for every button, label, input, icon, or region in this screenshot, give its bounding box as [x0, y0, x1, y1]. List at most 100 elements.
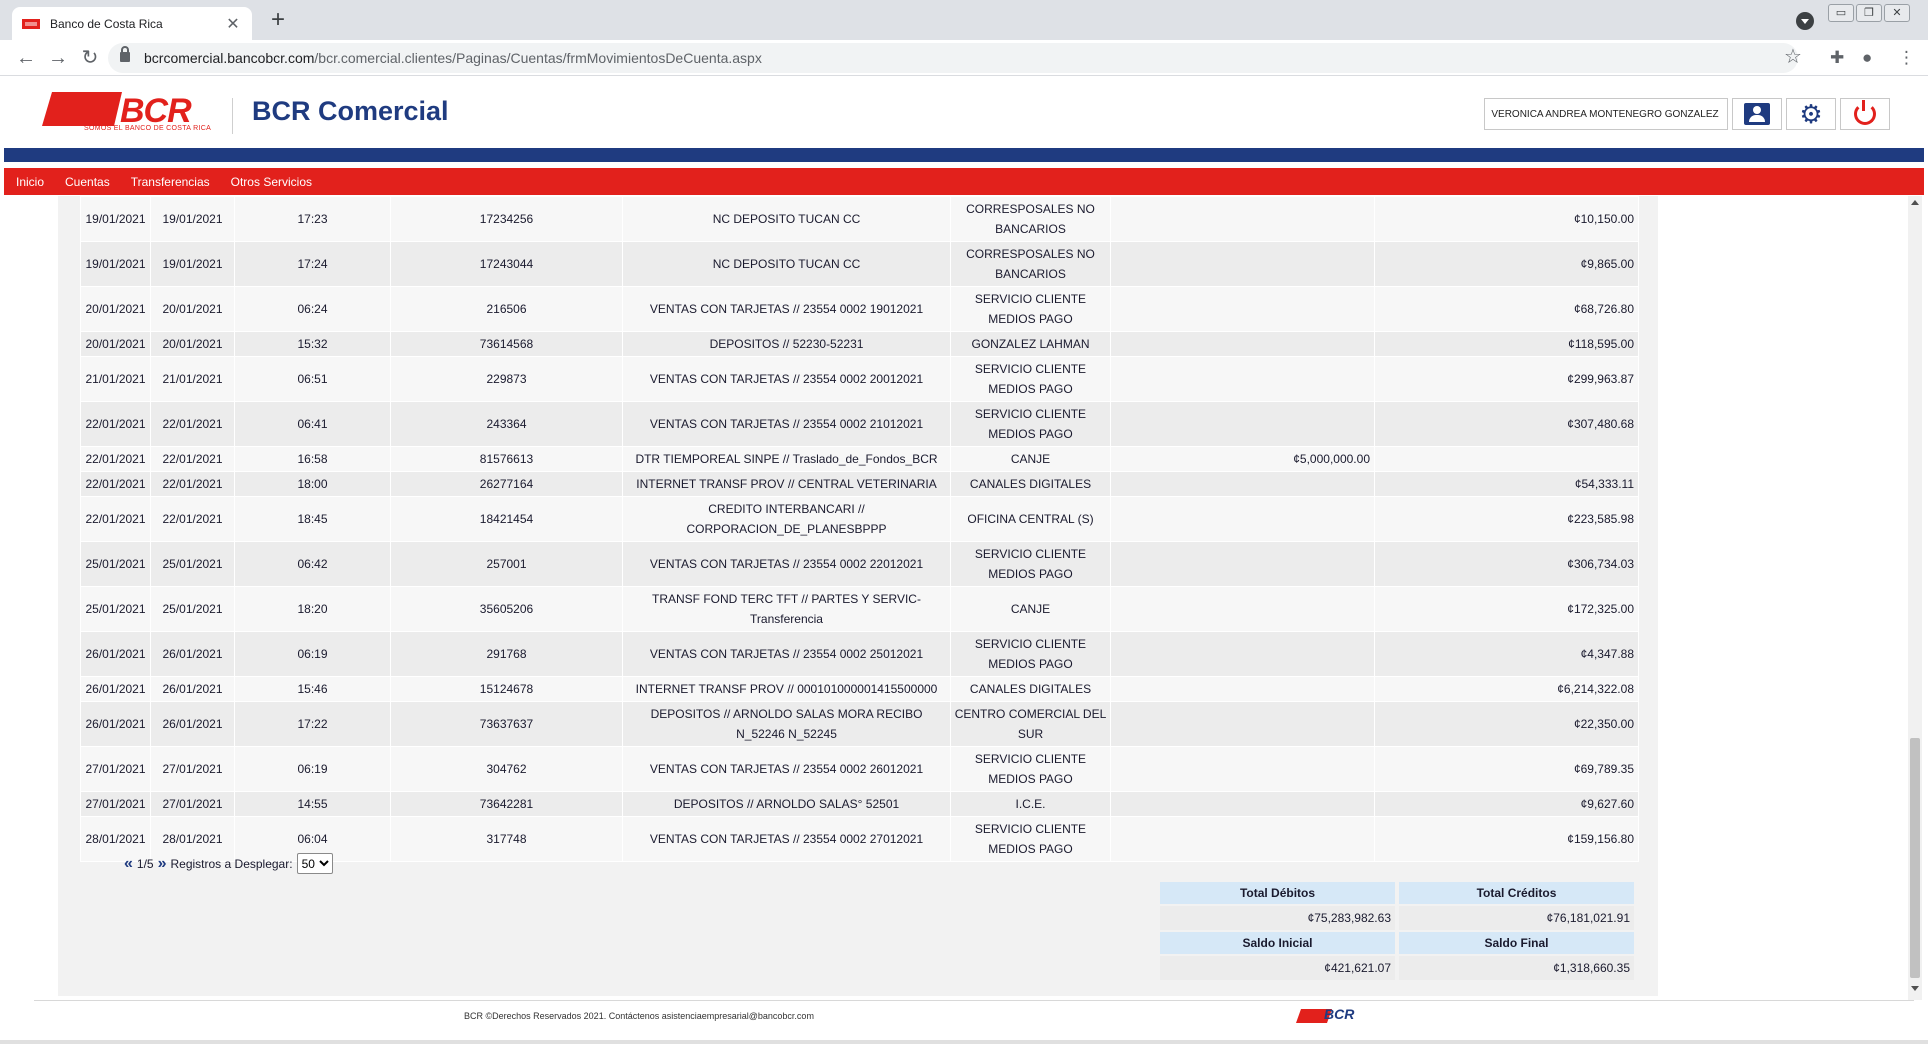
tx-time: 17:22	[234, 701, 391, 747]
nav-item-cuentas[interactable]: Cuentas	[65, 175, 110, 189]
tab-title: Banco de Costa Rica	[50, 16, 163, 31]
tx-debit	[1110, 496, 1375, 542]
window-restore-button[interactable]: ❐	[1856, 4, 1882, 22]
tx-debit	[1110, 331, 1375, 357]
tx-document: 17243044	[390, 241, 623, 287]
tx-description: DEPOSITOS // ARNOLDO SALAS MORA RECIBO N…	[622, 701, 951, 747]
tx-debit	[1110, 241, 1375, 287]
tab-close-icon[interactable]: ✕	[224, 14, 242, 34]
final-balance-label: Saldo Final	[1399, 932, 1634, 954]
tx-time: 18:20	[234, 586, 391, 632]
browser-menu-icon[interactable]: ⋮	[1898, 48, 1915, 68]
tx-time: 18:00	[234, 471, 391, 497]
table-row: 26/01/2021 26/01/2021 06:19 291768 VENTAS CO…	[80, 631, 1639, 677]
bookmark-star-icon[interactable]: ☆	[1784, 44, 1802, 69]
initial-balance-value: ¢421,621.07	[1160, 956, 1395, 980]
logout-button[interactable]	[1840, 98, 1890, 130]
window-minimize-button[interactable]: ▭	[1828, 4, 1854, 22]
scroll-thumb[interactable]	[1910, 738, 1920, 978]
tx-office: CORRESPOSALES NO BANCARIOS	[950, 196, 1111, 242]
total-debits-label: Total Débitos	[1160, 882, 1395, 904]
tx-document: 216506	[390, 286, 623, 332]
page-size-select[interactable]: 50	[296, 853, 333, 874]
tx-document: 229873	[390, 356, 623, 402]
tx-time: 06:51	[234, 356, 391, 402]
tx-time: 16:58	[234, 446, 391, 472]
tx-description: CREDITO INTERBANCARI // CORPORACION_DE_P…	[622, 496, 951, 542]
tx-description: VENTAS CON TARJETAS // 23554 0002 270120…	[622, 816, 951, 862]
tx-debit	[1110, 746, 1375, 792]
new-tab-button[interactable]: +	[264, 6, 292, 34]
window-close-button[interactable]: ✕	[1884, 4, 1910, 22]
scroll-down-arrow-icon[interactable]	[1911, 986, 1919, 991]
tx-office: SERVICIO CLIENTE MEDIOS PAGO	[950, 356, 1111, 402]
prev-page-icon[interactable]: «	[124, 855, 133, 873]
tx-credit: ¢54,333.11	[1374, 471, 1639, 497]
lock-icon	[120, 46, 130, 62]
tx-credit: ¢118,595.00	[1374, 331, 1639, 357]
tx-description: DEPOSITOS // 52230-52231	[622, 331, 951, 357]
tx-office: SERVICIO CLIENTE MEDIOS PAGO	[950, 401, 1111, 447]
tx-value-date: 25/01/2021	[150, 586, 235, 632]
tx-description: TRANSF FOND TERC TFT // PARTES Y SERVIC-…	[622, 586, 951, 632]
tx-office: CANJE	[950, 586, 1111, 632]
browser-tab[interactable]: Banco de Costa Rica ✕	[12, 7, 252, 40]
tx-document: 73642281	[390, 791, 623, 817]
reload-icon[interactable]: ↻	[78, 46, 102, 70]
nav-item-inicio[interactable]: Inicio	[16, 175, 44, 189]
page-size-label: Registros a Desplegar:	[170, 856, 293, 871]
footer-bcr-logo: BCR	[1296, 1006, 1356, 1024]
tx-description: VENTAS CON TARJETAS // 23554 0002 220120…	[622, 541, 951, 587]
tx-date: 22/01/2021	[80, 471, 151, 497]
tx-credit: ¢223,585.98	[1374, 496, 1639, 542]
tx-office: CENTRO COMERCIAL DEL SUR	[950, 701, 1111, 747]
tx-description: NC DEPOSITO TUCAN CC	[622, 196, 951, 242]
table-row: 21/01/2021 21/01/2021 06:51 229873 VENTAS CO…	[80, 356, 1639, 402]
tx-date: 25/01/2021	[80, 541, 151, 587]
settings-button[interactable]: ⚙	[1786, 98, 1836, 130]
tx-time: 14:55	[234, 791, 391, 817]
tx-office: CANALES DIGITALES	[950, 676, 1111, 702]
tab-search-icon[interactable]	[1796, 12, 1814, 30]
page-scrollbar[interactable]	[1908, 196, 1922, 1000]
user-profile-button[interactable]	[1732, 98, 1782, 130]
url-field[interactable]: bcrcomercial.bancobcr.com/bcr.comercial.…	[108, 43, 1798, 73]
bcr-logo[interactable]: BCR SOMOS EL BANCO DE COSTA RICA	[42, 92, 211, 136]
tx-office: CORRESPOSALES NO BANCARIOS	[950, 241, 1111, 287]
footer-divider	[34, 1000, 1914, 1001]
power-icon	[1854, 100, 1876, 125]
tx-date: 22/01/2021	[80, 401, 151, 447]
next-page-icon[interactable]: »	[158, 855, 167, 873]
tx-debit	[1110, 401, 1375, 447]
back-arrow-icon[interactable]: ←	[14, 46, 38, 70]
tx-document: 304762	[390, 746, 623, 792]
table-row: 22/01/2021 22/01/2021 18:00 26277164 INTERNE…	[80, 471, 1639, 497]
tx-debit	[1110, 816, 1375, 862]
forward-arrow-icon[interactable]: →	[46, 46, 70, 70]
tx-date: 19/01/2021	[80, 241, 151, 287]
tx-credit: ¢9,865.00	[1374, 241, 1639, 287]
tx-office: CANALES DIGITALES	[950, 471, 1111, 497]
nav-item-transferencias[interactable]: Transferencias	[131, 175, 210, 189]
footer-copyright: BCR ©Derechos Reservados 2021. Contácten…	[464, 1011, 814, 1021]
tx-date: 26/01/2021	[80, 701, 151, 747]
tx-credit	[1374, 446, 1639, 472]
profile-avatar-icon[interactable]: ●	[1862, 48, 1872, 68]
table-row: 27/01/2021 27/01/2021 14:55 73642281 DEPOSIT…	[80, 791, 1639, 817]
tx-document: 73637637	[390, 701, 623, 747]
extensions-puzzle-icon[interactable]: ✚	[1830, 48, 1844, 68]
tx-document: 35605206	[390, 586, 623, 632]
nav-item-otros-servicios[interactable]: Otros Servicios	[231, 175, 312, 189]
table-row: 25/01/2021 25/01/2021 06:42 257001 VENTAS CO…	[80, 541, 1639, 587]
page-indicator: 1/5	[136, 856, 154, 871]
tx-value-date: 27/01/2021	[150, 746, 235, 792]
tx-description: DEPOSITOS // ARNOLDO SALAS° 52501	[622, 791, 951, 817]
tx-value-date: 22/01/2021	[150, 401, 235, 447]
tx-document: 291768	[390, 631, 623, 677]
window-bottom-edge	[0, 1040, 1928, 1044]
tx-date: 27/01/2021	[80, 791, 151, 817]
brand-divider	[232, 98, 233, 134]
scroll-up-arrow-icon[interactable]	[1911, 200, 1919, 205]
total-credits-label: Total Créditos	[1399, 882, 1634, 904]
tx-value-date: 26/01/2021	[150, 676, 235, 702]
